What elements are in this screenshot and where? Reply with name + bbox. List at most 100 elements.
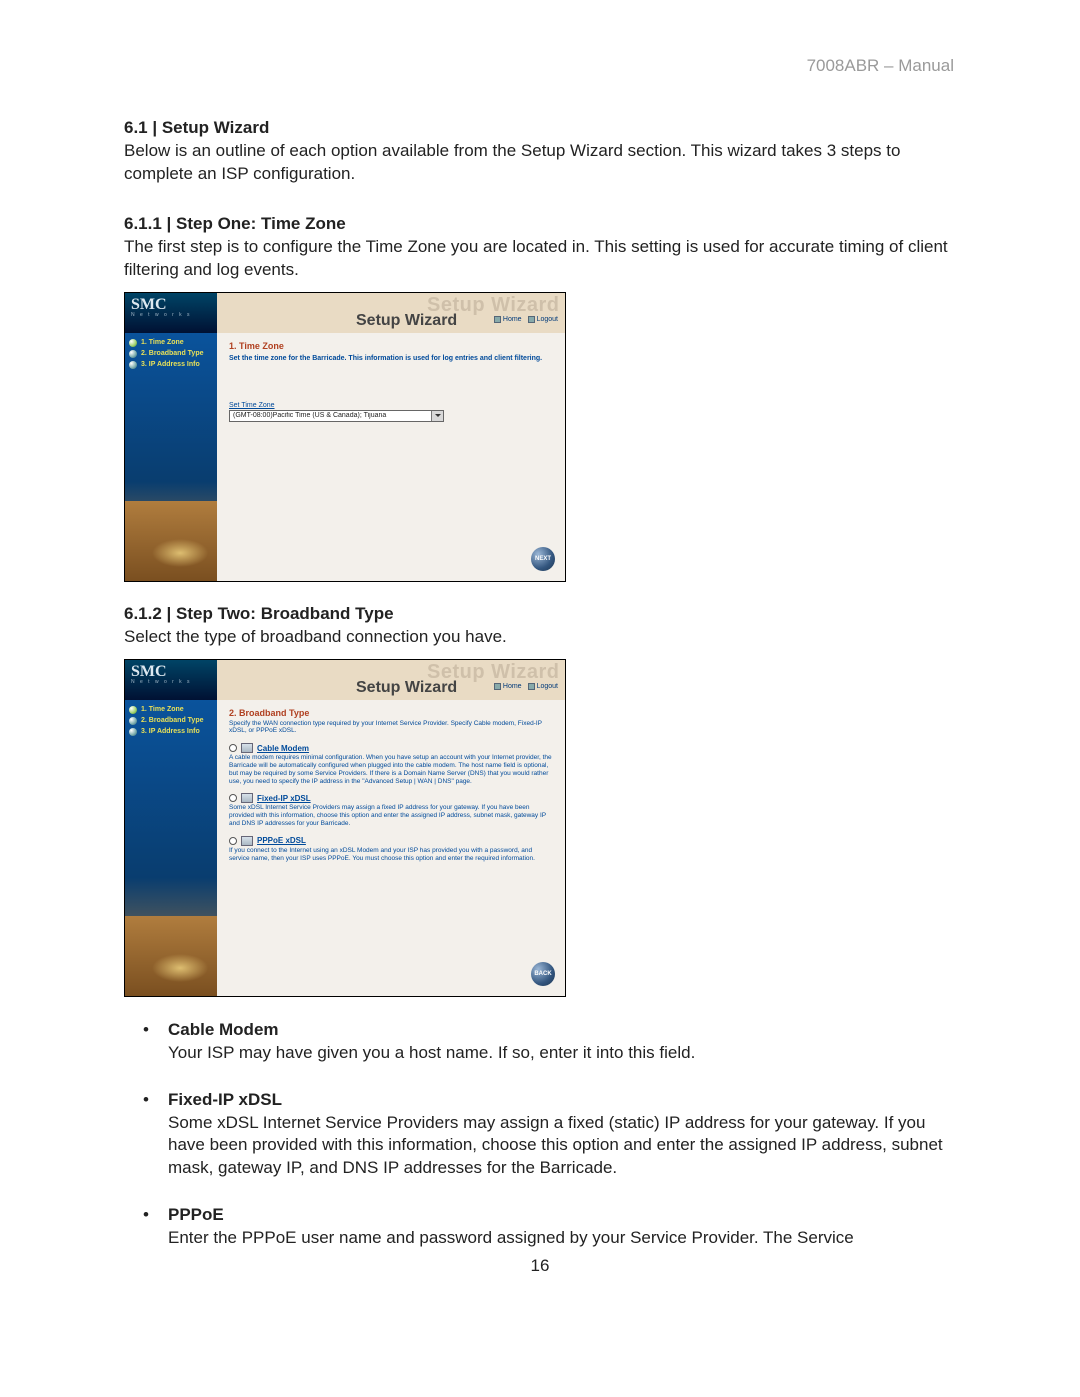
bullet-text: Your ISP may have given you a host name.…: [168, 1042, 956, 1065]
pppoe-link[interactable]: PPPoE xDSL: [257, 836, 306, 845]
step-bullet-icon: [129, 361, 137, 369]
sidebar-item-label: 2. Broadband Type: [141, 350, 204, 357]
logout-link-label: Logout: [537, 316, 558, 323]
shot-title-area: Setup Wizard Setup Wizard Home Logout: [217, 293, 565, 333]
option-text: Some xDSL Internet Service Providers may…: [229, 804, 553, 827]
bullet-dot: •: [124, 1089, 168, 1181]
option-head: Cable Modem: [229, 743, 553, 753]
wizard-sidebar: 1. Time Zone 2. Broadband Type 3. IP Add…: [125, 333, 217, 581]
sidebar-item-ip-address-info[interactable]: 3. IP Address Info: [129, 361, 213, 369]
step-bullet-icon: [129, 717, 137, 725]
option-pppoe-xdsl: PPPoE xDSL If you connect to the Interne…: [229, 836, 553, 863]
option-text: If you connect to the Internet using an …: [229, 847, 553, 863]
sidebar-item-time-zone[interactable]: 1. Time Zone: [129, 706, 213, 714]
time-zone-dropdown[interactable]: (GMT-08:00)Pacific Time (US & Canada); T…: [229, 410, 444, 422]
sidebar-item-broadband-type[interactable]: 2. Broadband Type: [129, 350, 213, 358]
bullet-text: Enter the PPPoE user name and password a…: [168, 1227, 956, 1250]
option-cable-modem: Cable Modem A cable modem requires minim…: [229, 743, 553, 785]
back-button[interactable]: BACK: [531, 962, 555, 986]
smc-logo: SMC N e t w o r k s: [125, 660, 217, 700]
home-link[interactable]: Home: [494, 316, 522, 323]
logo-subtext: N e t w o r k s: [131, 679, 211, 685]
bullet-title: Cable Modem: [168, 1019, 956, 1042]
home-icon: [494, 683, 501, 690]
option-fixed-ip-xdsl: Fixed-IP xDSL Some xDSL Internet Service…: [229, 793, 553, 827]
sidebar-decorative-image: [125, 916, 217, 996]
shot-header: SMC N e t w o r k s Setup Wizard Setup W…: [125, 660, 565, 700]
cable-modem-link[interactable]: Cable Modem: [257, 744, 309, 753]
sidebar-item-label: 1. Time Zone: [141, 706, 184, 713]
doc-header-label: 7008ABR – Manual: [807, 56, 954, 76]
section-6-1-intro: Below is an outline of each option avail…: [124, 140, 956, 186]
wizard-content: 1. Time Zone Set the time zone for the B…: [217, 333, 565, 581]
section-6-1-title: 6.1 | Setup Wizard: [124, 118, 956, 138]
bullet-text: Some xDSL Internet Service Providers may…: [168, 1112, 956, 1181]
section-6-1-1-body: The first step is to configure the Time …: [124, 236, 956, 282]
wizard-sidebar: 1. Time Zone 2. Broadband Type 3. IP Add…: [125, 700, 217, 996]
bullet-cable-modem: • Cable Modem Your ISP may have given yo…: [124, 1019, 956, 1065]
screenshot-time-zone: SMC N e t w o r k s Setup Wizard Setup W…: [124, 292, 566, 582]
content-description: Set the time zone for the Barricade. Thi…: [229, 355, 553, 364]
option-head: PPPoE xDSL: [229, 836, 553, 846]
chevron-down-icon[interactable]: [431, 411, 443, 421]
page-number: 16: [124, 1256, 956, 1276]
top-links: Home Logout: [494, 316, 558, 323]
shot-body: 1. Time Zone 2. Broadband Type 3. IP Add…: [125, 700, 565, 996]
logout-link[interactable]: Logout: [528, 316, 558, 323]
step-bullet-icon: [129, 728, 137, 736]
next-button[interactable]: NEXT: [531, 547, 555, 571]
shot-body: 1. Time Zone 2. Broadband Type 3. IP Add…: [125, 333, 565, 581]
step-bullet-icon: [129, 350, 137, 358]
radio-fixed-ip[interactable]: [229, 794, 237, 802]
option-head: Fixed-IP xDSL: [229, 793, 553, 803]
broadband-type-bullets: • Cable Modem Your ISP may have given yo…: [124, 1019, 956, 1251]
step-bullet-icon: [129, 706, 137, 714]
screenshot-broadband-type: SMC N e t w o r k s Setup Wizard Setup W…: [124, 659, 566, 997]
content-title: 1. Time Zone: [229, 341, 553, 351]
sidebar-item-time-zone[interactable]: 1. Time Zone: [129, 339, 213, 347]
section-6-1-1-title: 6.1.1 | Step One: Time Zone: [124, 214, 956, 234]
home-link-label: Home: [503, 316, 522, 323]
bullet-dot: •: [124, 1019, 168, 1065]
logout-link[interactable]: Logout: [528, 683, 558, 690]
home-link[interactable]: Home: [494, 683, 522, 690]
fixed-ip-icon: [241, 793, 253, 803]
sidebar-item-label: 1. Time Zone: [141, 339, 184, 346]
logout-icon: [528, 683, 535, 690]
bullet-fixed-ip-xdsl: • Fixed-IP xDSL Some xDSL Internet Servi…: [124, 1089, 956, 1181]
sidebar-decorative-image: [125, 501, 217, 581]
radio-cable-modem[interactable]: [229, 744, 237, 752]
pppoe-icon: [241, 836, 253, 846]
content-title: 2. Broadband Type: [229, 708, 553, 718]
shot-header: SMC N e t w o r k s Setup Wizard Setup W…: [125, 293, 565, 333]
sidebar-item-ip-address-info[interactable]: 3. IP Address Info: [129, 728, 213, 736]
smc-logo: SMC N e t w o r k s: [125, 293, 217, 333]
manual-page: 7008ABR – Manual 6.1 | Setup Wizard Belo…: [0, 0, 1080, 1306]
section-6-1-2-title: 6.1.2 | Step Two: Broadband Type: [124, 604, 956, 624]
logo-subtext: N e t w o r k s: [131, 312, 211, 318]
shot-title-area: Setup Wizard Setup Wizard Home Logout: [217, 660, 565, 700]
bullet-content: Cable Modem Your ISP may have given you …: [168, 1019, 956, 1065]
logo-text: SMC: [131, 297, 211, 313]
set-time-zone-label: Set Time Zone: [229, 402, 553, 409]
time-zone-value: (GMT-08:00)Pacific Time (US & Canada); T…: [230, 412, 431, 419]
radio-pppoe[interactable]: [229, 837, 237, 845]
top-links: Home Logout: [494, 683, 558, 690]
bullet-content: Fixed-IP xDSL Some xDSL Internet Service…: [168, 1089, 956, 1181]
option-text: A cable modem requires minimal configura…: [229, 754, 553, 785]
home-icon: [494, 316, 501, 323]
wizard-content: 2. Broadband Type Specify the WAN connec…: [217, 700, 565, 996]
bullet-pppoe: • PPPoE Enter the PPPoE user name and pa…: [124, 1204, 956, 1250]
bullet-title: Fixed-IP xDSL: [168, 1089, 956, 1112]
bullet-content: PPPoE Enter the PPPoE user name and pass…: [168, 1204, 956, 1250]
fixed-ip-link[interactable]: Fixed-IP xDSL: [257, 794, 311, 803]
logout-icon: [528, 316, 535, 323]
sidebar-item-broadband-type[interactable]: 2. Broadband Type: [129, 717, 213, 725]
wizard-title: Setup Wizard: [356, 312, 457, 330]
wizard-title: Setup Wizard: [356, 679, 457, 697]
logo-text: SMC: [131, 664, 211, 680]
sidebar-item-label: 3. IP Address Info: [141, 361, 200, 368]
logout-link-label: Logout: [537, 683, 558, 690]
sidebar-item-label: 3. IP Address Info: [141, 728, 200, 735]
home-link-label: Home: [503, 683, 522, 690]
